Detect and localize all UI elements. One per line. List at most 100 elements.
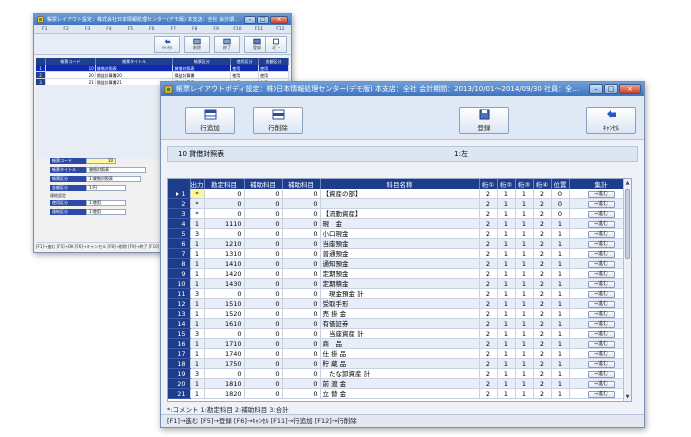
row-number[interactable]: 11 (168, 288, 191, 300)
jump-button[interactable]: ⇒進む (587, 231, 615, 238)
cell-pos[interactable]: 0 (551, 198, 570, 210)
row-number[interactable]: 20 (168, 378, 191, 390)
cell-c3[interactable]: 1 (515, 228, 534, 240)
cell-c1[interactable]: 2 (479, 378, 498, 390)
cell-c1[interactable]: 2 (479, 388, 498, 400)
cell-name[interactable]: 立 替 金 (320, 388, 480, 400)
cell-name[interactable]: 普通預金 (320, 248, 480, 260)
cell-out[interactable]: * (190, 208, 205, 220)
cell-name[interactable]: 現 金 (320, 218, 480, 230)
cell-sub1[interactable]: 0 (244, 378, 283, 390)
cell-c4[interactable]: 2 (533, 328, 552, 340)
cell-name[interactable]: 定期積金 (320, 278, 480, 290)
jump-button[interactable]: ⇒進む (587, 261, 615, 268)
cell-sub2[interactable]: 0 (282, 308, 321, 320)
cell-sub2[interactable]: 0 (282, 208, 321, 220)
table-row[interactable]: 5 3 0 0 0 小口現金 2 1 1 2 1 ⇒進む (168, 228, 631, 240)
cell-c1[interactable]: 2 (479, 189, 498, 200)
row-number[interactable]: 12 (168, 298, 191, 310)
cell-acct[interactable]: 1410 (204, 258, 245, 270)
table-row[interactable]: 9 1 1420 0 0 定期預金 2 1 1 2 1 ⇒進む (168, 268, 631, 280)
close-button[interactable]: × (619, 84, 641, 94)
jump-button[interactable]: ⇒進む (587, 201, 615, 208)
cell-name[interactable]: 通知預金 (320, 258, 480, 270)
minimize-button[interactable]: – (244, 15, 256, 24)
cell-sub1[interactable]: 0 (244, 338, 283, 350)
cell-out[interactable]: 1 (190, 238, 205, 250)
table-row[interactable]: 20 1 1810 0 0 前 渡 金 2 1 1 2 1 ⇒進む (168, 378, 631, 390)
kind-select[interactable]: 1:貸借対照表 (86, 175, 141, 182)
cell-out[interactable]: 1 (190, 278, 205, 290)
table-row[interactable]: 17 1 1740 0 0 仕 掛 品 2 1 1 2 1 ⇒進む (168, 348, 631, 360)
cell-c2[interactable]: 1 (497, 328, 516, 340)
cell-name[interactable]: 当座預金 (320, 238, 480, 250)
cell-c1[interactable]: 2 (479, 318, 498, 330)
cell-c3[interactable]: 1 (515, 318, 534, 330)
jump-button[interactable]: ⇒進む (587, 191, 615, 198)
row-number[interactable]: 21 (168, 388, 191, 400)
cell-sub2[interactable]: 0 (282, 189, 321, 200)
cell-c2[interactable]: 1 (497, 308, 516, 320)
row-number[interactable]: 1 (168, 189, 191, 200)
cell-acct[interactable]: 0 (204, 288, 245, 300)
back-delete-button[interactable]: 削除 (184, 36, 210, 53)
cell-out[interactable]: 1 (190, 298, 205, 310)
jump-button[interactable]: ⇒進む (587, 391, 615, 398)
cell-c2[interactable]: 1 (497, 378, 516, 390)
cell-sub2[interactable]: 0 (282, 238, 321, 250)
row-number[interactable]: 19 (168, 368, 191, 380)
cell-c4[interactable]: 2 (533, 348, 552, 360)
cell-c2[interactable]: 1 (497, 348, 516, 360)
cell-sub2[interactable]: 0 (282, 338, 321, 350)
cell-c2[interactable]: 1 (497, 288, 516, 300)
cell-c1[interactable]: 2 (479, 268, 498, 280)
cell-pos[interactable]: 1 (551, 358, 570, 370)
cell-sub1[interactable]: 0 (244, 218, 283, 230)
close-button[interactable]: × (270, 15, 288, 24)
cell-c3[interactable]: 1 (515, 189, 534, 200)
delete-row-button[interactable]: 行削除 (253, 107, 303, 134)
table-row[interactable]: 13 1 1520 0 0 売 掛 金 2 1 1 2 1 ⇒進む (168, 308, 631, 320)
table-row[interactable]: 8 1 1410 0 0 通知預金 2 1 1 2 1 ⇒進む (168, 258, 631, 270)
cell-name[interactable] (320, 198, 480, 210)
add-row-button[interactable]: 行追加 (185, 107, 235, 134)
cell-c1[interactable]: 2 (479, 238, 498, 250)
cell-acct[interactable]: 1520 (204, 308, 245, 320)
cell-out[interactable]: 1 (190, 248, 205, 260)
cell-c1[interactable]: 2 (479, 228, 498, 240)
cell-c1[interactable]: 2 (479, 248, 498, 260)
row-number[interactable]: 7 (168, 248, 191, 260)
row-number[interactable]: 5 (168, 228, 191, 240)
cell-c4[interactable]: 2 (533, 378, 552, 390)
cell-c2[interactable]: 1 (497, 189, 516, 200)
cell-c3[interactable]: 1 (515, 268, 534, 280)
row-number[interactable]: 8 (168, 258, 191, 270)
cell-sub1[interactable]: 0 (244, 248, 283, 260)
cell-c2[interactable]: 1 (497, 248, 516, 260)
jump-button[interactable]: ⇒進む (587, 341, 615, 348)
cell-out[interactable]: 3 (190, 288, 205, 300)
jump-button[interactable]: ⇒進む (587, 321, 615, 328)
cell-sub2[interactable]: 0 (282, 268, 321, 280)
cell-c1[interactable]: 2 (479, 198, 498, 210)
cell-c3[interactable]: 1 (515, 238, 534, 250)
cell-c4[interactable]: 2 (533, 288, 552, 300)
cell-c2[interactable]: 1 (497, 358, 516, 370)
cell-pos[interactable]: 0 (551, 208, 570, 220)
scroll-down-icon[interactable]: ▼ (624, 393, 631, 401)
cell-sub1[interactable]: 0 (244, 208, 283, 220)
cell-c2[interactable]: 1 (497, 208, 516, 220)
row-number[interactable]: 14 (168, 318, 191, 330)
cell-sub1[interactable]: 0 (244, 278, 283, 290)
row-number[interactable]: 6 (168, 238, 191, 250)
table-row[interactable]: 16 1 1710 0 0 商 品 2 1 1 2 1 ⇒進む (168, 338, 631, 350)
cell-pos[interactable]: 1 (551, 298, 570, 310)
jump-button[interactable]: ⇒進む (587, 211, 615, 218)
cell-out[interactable]: 1 (190, 378, 205, 390)
jump-button[interactable]: ⇒進む (587, 311, 615, 318)
cell-acct[interactable]: 0 (204, 208, 245, 220)
cell-c3[interactable]: 1 (515, 388, 534, 400)
cell-sub1[interactable]: 0 (244, 288, 283, 300)
table-row[interactable]: 14 1 1610 0 0 有価証券 2 1 1 2 1 ⇒進む (168, 318, 631, 330)
cell-pos[interactable]: 1 (551, 348, 570, 360)
